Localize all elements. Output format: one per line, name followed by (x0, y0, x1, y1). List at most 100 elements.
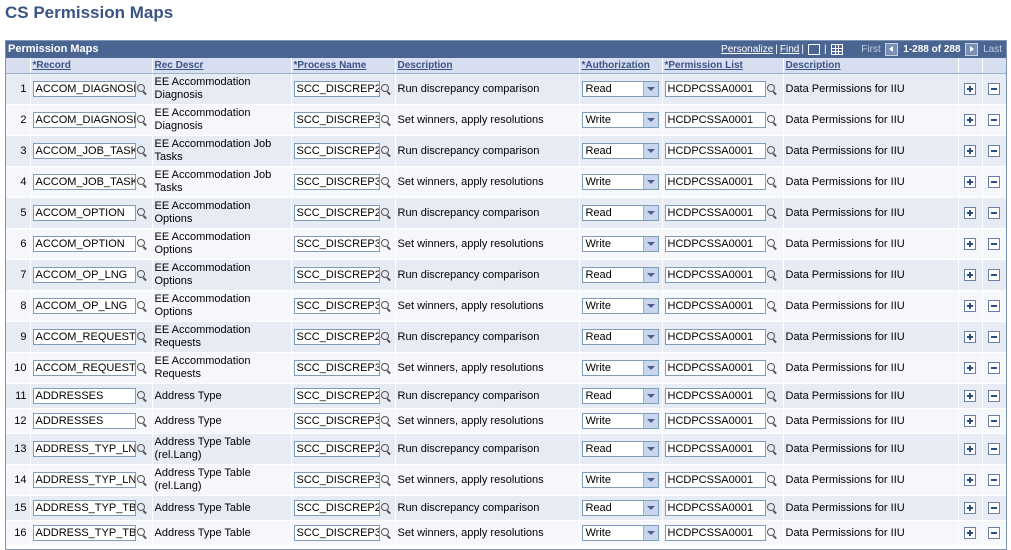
chevron-down-icon[interactable] (642, 330, 658, 344)
record-field[interactable]: ADDRESSES (32, 413, 136, 429)
permission-list-field[interactable]: HCDPCSSA0001 (664, 525, 766, 541)
permission-lookup-icon[interactable] (766, 363, 777, 373)
process-name-field[interactable]: SCC_DISCREP3 (293, 112, 380, 128)
record-lookup-icon[interactable] (136, 115, 147, 125)
chevron-down-icon[interactable] (642, 442, 658, 456)
add-row-icon[interactable] (964, 299, 976, 312)
permission-lookup-icon[interactable] (766, 239, 777, 249)
record-lookup-icon[interactable] (136, 444, 147, 454)
permission-lookup-icon[interactable] (766, 84, 777, 94)
record-lookup-icon[interactable] (136, 503, 147, 513)
add-row-icon[interactable] (964, 442, 976, 455)
authorization-select[interactable]: Write (581, 112, 659, 128)
delete-row-icon[interactable] (988, 175, 1000, 188)
permission-lookup-icon[interactable] (766, 416, 777, 426)
process-lookup-icon[interactable] (380, 475, 391, 485)
permission-lookup-icon[interactable] (766, 332, 777, 342)
chevron-down-icon[interactable] (642, 361, 658, 375)
delete-row-icon[interactable] (988, 268, 1000, 281)
add-row-icon[interactable] (964, 473, 976, 486)
chevron-down-icon[interactable] (642, 206, 658, 220)
process-lookup-icon[interactable] (380, 444, 391, 454)
record-field[interactable]: ACCOM_DIAGNOSIS (32, 112, 136, 128)
record-lookup-icon[interactable] (136, 363, 147, 373)
delete-row-icon[interactable] (988, 144, 1000, 157)
process-lookup-icon[interactable] (380, 115, 391, 125)
chevron-down-icon[interactable] (642, 175, 658, 189)
process-name-field[interactable]: SCC_DISCREP3 (293, 472, 380, 488)
record-field[interactable]: ACCOM_OP_LNG (32, 267, 136, 283)
record-lookup-icon[interactable] (136, 239, 147, 249)
process-name-field[interactable]: SCC_DISCREP3 (293, 360, 380, 376)
add-row-icon[interactable] (964, 144, 976, 157)
process-name-field[interactable]: SCC_DISCREP3 (293, 174, 380, 190)
authorization-select[interactable]: Write (581, 174, 659, 190)
col-process-name[interactable]: *Process Name (291, 58, 396, 74)
chevron-down-icon[interactable] (642, 268, 658, 282)
record-lookup-icon[interactable] (136, 84, 147, 94)
process-lookup-icon[interactable] (380, 177, 391, 187)
delete-row-icon[interactable] (988, 82, 1000, 95)
process-lookup-icon[interactable] (380, 528, 391, 538)
process-name-field[interactable]: SCC_DISCREP2 (293, 81, 380, 97)
delete-row-icon[interactable] (988, 414, 1000, 427)
authorization-select[interactable]: Read (581, 388, 659, 404)
add-row-icon[interactable] (964, 268, 976, 281)
find-link[interactable]: Find (780, 44, 799, 55)
authorization-select[interactable]: Read (581, 441, 659, 457)
delete-row-icon[interactable] (988, 361, 1000, 374)
add-row-icon[interactable] (964, 113, 976, 126)
col-perm-description[interactable]: Description (783, 58, 959, 74)
authorization-select[interactable]: Read (581, 329, 659, 345)
permission-list-field[interactable]: HCDPCSSA0001 (664, 174, 766, 190)
permission-lookup-icon[interactable] (766, 177, 777, 187)
permission-list-field[interactable]: HCDPCSSA0001 (664, 441, 766, 457)
record-field[interactable]: ACCOM_OP_LNG (32, 298, 136, 314)
permission-list-field[interactable]: HCDPCSSA0001 (664, 388, 766, 404)
process-lookup-icon[interactable] (380, 84, 391, 94)
next-page-icon[interactable] (965, 43, 979, 56)
permission-lookup-icon[interactable] (766, 528, 777, 538)
add-row-icon[interactable] (964, 361, 976, 374)
process-lookup-icon[interactable] (380, 363, 391, 373)
record-field[interactable]: ACCOM_REQUEST (32, 360, 136, 376)
authorization-select[interactable]: Write (581, 525, 659, 541)
process-name-field[interactable]: SCC_DISCREP2 (293, 267, 380, 283)
chevron-down-icon[interactable] (642, 473, 658, 487)
personalize-link[interactable]: Personalize (721, 44, 773, 55)
delete-row-icon[interactable] (988, 473, 1000, 486)
col-record[interactable]: *Record (30, 58, 153, 74)
add-row-icon[interactable] (964, 414, 976, 427)
process-name-field[interactable]: SCC_DISCREP3 (293, 413, 380, 429)
previous-page-icon[interactable] (885, 43, 899, 56)
record-lookup-icon[interactable] (136, 146, 147, 156)
process-lookup-icon[interactable] (380, 416, 391, 426)
record-field[interactable]: ACCOM_OPTION (32, 205, 136, 221)
permission-list-field[interactable]: HCDPCSSA0001 (664, 298, 766, 314)
process-lookup-icon[interactable] (380, 332, 391, 342)
record-field[interactable]: ACCOM_JOB_TASK (32, 143, 136, 159)
add-row-icon[interactable] (964, 389, 976, 402)
record-lookup-icon[interactable] (136, 270, 147, 280)
record-lookup-icon[interactable] (136, 416, 147, 426)
permission-list-field[interactable]: HCDPCSSA0001 (664, 267, 766, 283)
authorization-select[interactable]: Write (581, 236, 659, 252)
authorization-select[interactable]: Read (581, 205, 659, 221)
chevron-down-icon[interactable] (642, 414, 658, 428)
delete-row-icon[interactable] (988, 526, 1000, 539)
col-description[interactable]: Description (395, 58, 580, 74)
process-lookup-icon[interactable] (380, 391, 391, 401)
process-lookup-icon[interactable] (380, 239, 391, 249)
delete-row-icon[interactable] (988, 113, 1000, 126)
chevron-down-icon[interactable] (642, 82, 658, 96)
process-lookup-icon[interactable] (380, 503, 391, 513)
record-lookup-icon[interactable] (136, 391, 147, 401)
add-row-icon[interactable] (964, 330, 976, 343)
record-field[interactable]: ACCOM_OPTION (32, 236, 136, 252)
permission-lookup-icon[interactable] (766, 270, 777, 280)
add-row-icon[interactable] (964, 501, 976, 514)
chevron-down-icon[interactable] (642, 389, 658, 403)
process-name-field[interactable]: SCC_DISCREP3 (293, 236, 380, 252)
permission-list-field[interactable]: HCDPCSSA0001 (664, 81, 766, 97)
permission-list-field[interactable]: HCDPCSSA0001 (664, 143, 766, 159)
